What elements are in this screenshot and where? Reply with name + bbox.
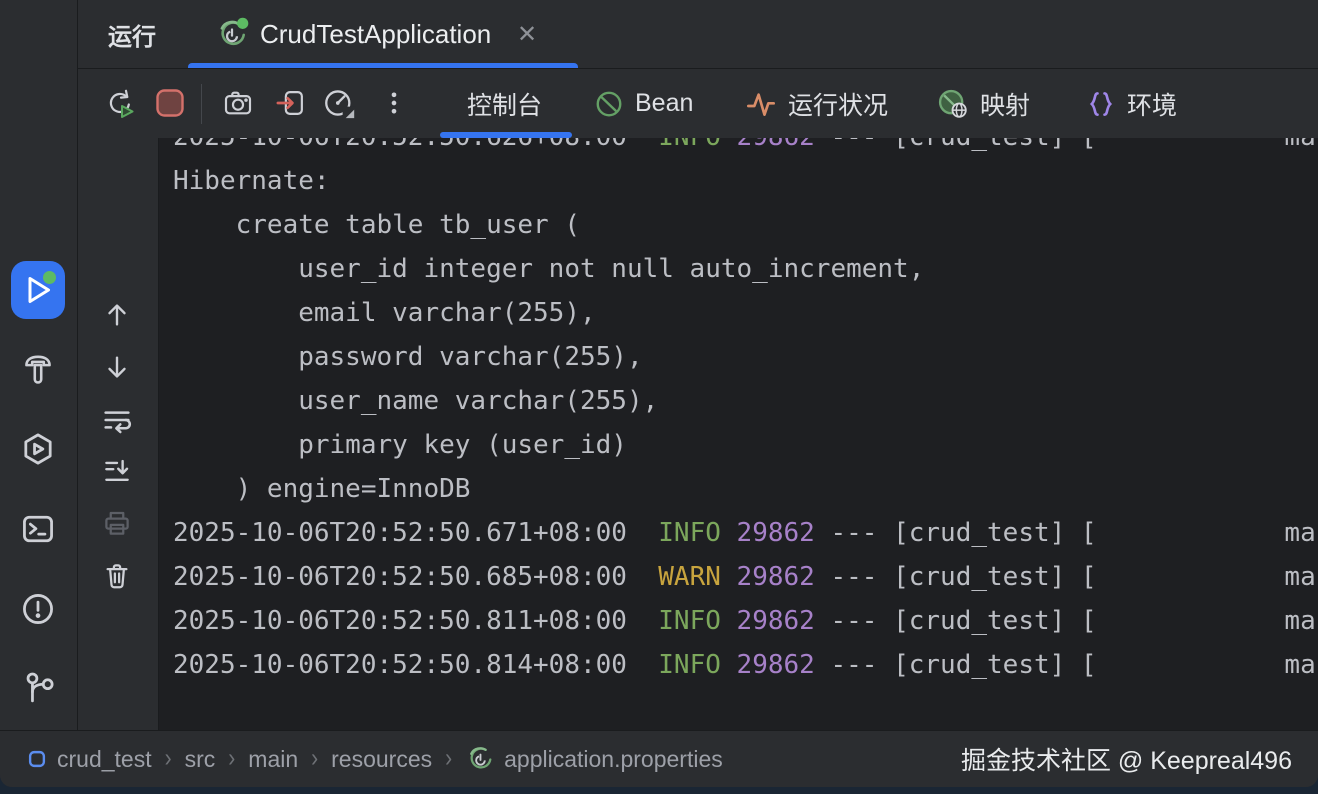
- status-bar: crud_test › src › main › resources › applicatio…: [0, 730, 1318, 787]
- tab-console[interactable]: 控制台: [467, 69, 542, 138]
- tab-environment[interactable]: 环境: [1086, 69, 1177, 138]
- run-toolwindow-button[interactable]: [11, 261, 65, 319]
- console-line: password varchar(255),: [173, 335, 1318, 379]
- soft-wrap-icon[interactable]: [99, 402, 135, 438]
- breadcrumb-separator: ›: [165, 744, 172, 774]
- tab-title: CrudTestApplication: [260, 19, 491, 50]
- breadcrumb-item[interactable]: application.properties: [465, 744, 723, 774]
- breadcrumb-item[interactable]: resources: [331, 746, 432, 773]
- profiler-gauge-icon[interactable]: [322, 86, 356, 120]
- terminal-icon[interactable]: [19, 510, 57, 548]
- tab-health[interactable]: 运行状况: [745, 69, 888, 138]
- console-line: Hibernate:: [173, 159, 1318, 203]
- tab-mappings[interactable]: 映射: [937, 69, 1030, 138]
- console-line: 2025-10-06T20:52:50.626+08:00 INFO 29862…: [173, 138, 1318, 159]
- bean-icon: [594, 89, 624, 119]
- tab-environment-label: 环境: [1127, 86, 1177, 122]
- braces-icon: [1086, 89, 1116, 119]
- console-line: primary key (user_id): [173, 423, 1318, 467]
- breadcrumb-separator: ›: [311, 744, 318, 774]
- build-hammer-icon[interactable]: [19, 350, 57, 388]
- run-play-icon: [11, 261, 65, 319]
- active-tab-underline: [188, 63, 578, 68]
- breadcrumb-label: crud_test: [57, 746, 152, 773]
- close-tab-icon[interactable]: ✕: [512, 19, 542, 49]
- console-line: user_id integer not null auto_increment,: [173, 247, 1318, 291]
- git-branch-icon[interactable]: [19, 668, 57, 706]
- clear-console-trash-icon[interactable]: [99, 558, 135, 594]
- breadcrumbs: crud_test › src › main › resources › applicatio…: [26, 744, 723, 774]
- breadcrumb-label: application.properties: [504, 746, 723, 773]
- console-line: user_name varchar(255),: [173, 379, 1318, 423]
- toolwindow-title: 运行: [108, 0, 156, 68]
- down-stacktrace-icon[interactable]: [99, 349, 135, 385]
- tab-console-label: 控制台: [467, 86, 542, 122]
- console-line: ) engine=InnoDB: [173, 467, 1318, 511]
- ide-window: 运行 CrudTestApplication ✕: [0, 0, 1318, 787]
- stop-button[interactable]: [153, 86, 187, 120]
- console-line: 2025-10-06T20:52:50.685+08:00 WARN 29862…: [173, 555, 1318, 599]
- up-stacktrace-icon[interactable]: [99, 297, 135, 333]
- console-line: email varchar(255),: [173, 291, 1318, 335]
- breadcrumb-separator: ›: [228, 744, 235, 774]
- services-icon[interactable]: [19, 430, 57, 468]
- breadcrumb-label: main: [248, 746, 298, 773]
- console-line: create table tb_user (: [173, 203, 1318, 247]
- problems-icon[interactable]: [19, 590, 57, 628]
- rerun-button[interactable]: [103, 86, 137, 120]
- watermark-text: 掘金技术社区 @ Keepreal496: [961, 741, 1292, 777]
- breadcrumb-label: src: [185, 746, 216, 773]
- spring-boot-icon: [465, 744, 495, 774]
- run-toolwindow-header: 运行 CrudTestApplication ✕: [77, 0, 1318, 69]
- spring-boot-run-icon: [214, 16, 250, 52]
- print-icon[interactable]: [99, 505, 135, 541]
- run-config-tab[interactable]: CrudTestApplication ✕: [188, 0, 578, 68]
- tab-health-label: 运行状况: [788, 86, 888, 122]
- console-content: 2025-10-06T20:52:50.626+08:00 INFO 29862…: [159, 138, 1318, 687]
- thread-dump-camera-icon[interactable]: [221, 86, 255, 120]
- scroll-to-end-icon[interactable]: [99, 453, 135, 489]
- console-line: 2025-10-06T20:52:50.671+08:00 INFO 29862…: [173, 511, 1318, 555]
- breadcrumb-item[interactable]: src: [185, 746, 216, 773]
- attach-debugger-icon[interactable]: [274, 86, 308, 120]
- breadcrumb-label: resources: [331, 746, 432, 773]
- breadcrumb-item[interactable]: crud_test: [26, 746, 152, 773]
- run-toolbar: 控制台 Bean 运行状况 映射: [77, 69, 1318, 138]
- more-options-kebab-icon[interactable]: [377, 86, 411, 120]
- toolwindow-stripe: [0, 0, 78, 730]
- console-line: 2025-10-06T20:52:50.811+08:00 INFO 29862…: [173, 599, 1318, 643]
- mappings-icon: [937, 88, 969, 120]
- breadcrumb-item[interactable]: main: [248, 746, 298, 773]
- tab-bean[interactable]: Bean: [594, 69, 693, 138]
- breadcrumb-separator: ›: [445, 744, 452, 774]
- toolbar-separator: [201, 84, 202, 124]
- tab-mappings-label: 映射: [980, 86, 1030, 122]
- console-toolbar: [78, 138, 159, 730]
- console-output[interactable]: 2025-10-06T20:52:50.626+08:00 INFO 29862…: [159, 138, 1318, 730]
- screen: { "header": { "tool_window_label": "运行",…: [0, 0, 1318, 794]
- tab-bean-label: Bean: [635, 89, 693, 118]
- project-icon: [26, 748, 48, 770]
- health-pulse-icon: [745, 88, 777, 120]
- console-line: 2025-10-06T20:52:50.814+08:00 INFO 29862…: [173, 643, 1318, 687]
